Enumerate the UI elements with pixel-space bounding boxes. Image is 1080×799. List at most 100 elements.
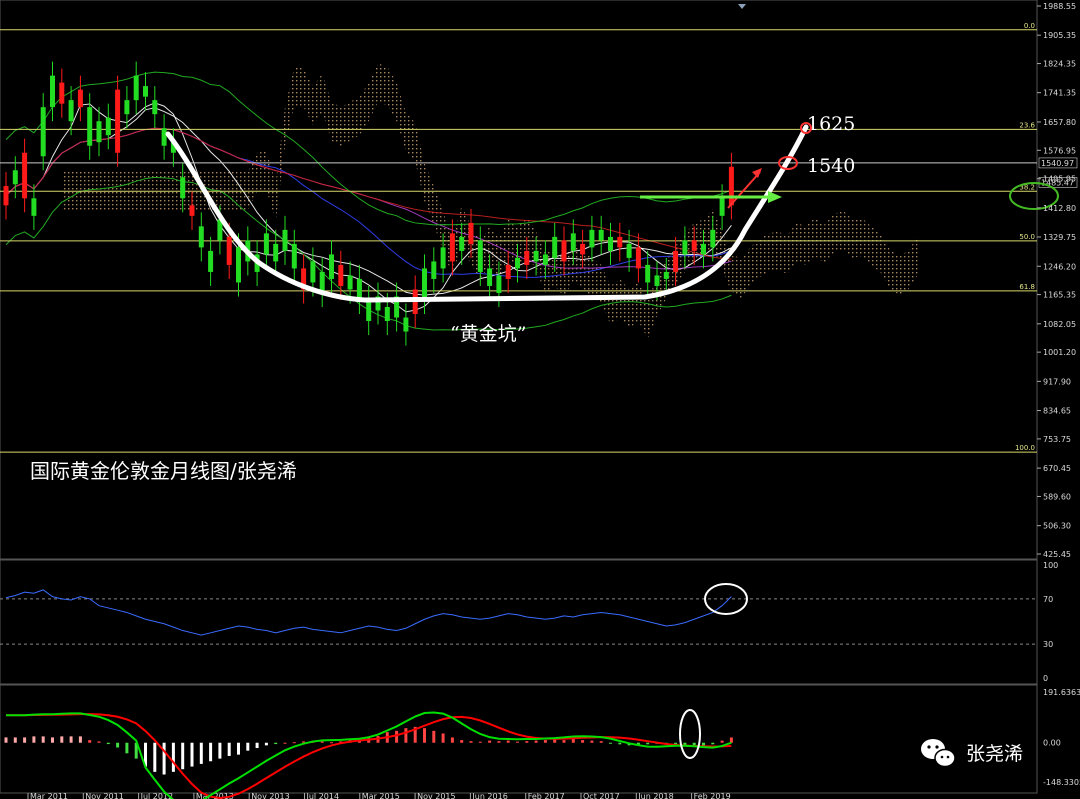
macd-bar <box>69 736 73 743</box>
candle-body <box>3 186 9 206</box>
macd-bar <box>255 742 259 749</box>
macd-bar <box>720 740 724 743</box>
macd-bar <box>534 740 538 743</box>
candle-body <box>68 100 74 122</box>
candle-body <box>96 121 102 143</box>
y-tick-label: 1657.80 <box>1043 118 1076 127</box>
macd-line <box>6 711 732 799</box>
candle-body <box>505 264 511 279</box>
macd-bar <box>599 741 603 743</box>
brand-name: 张尧浠 <box>966 743 1023 765</box>
macd-bar <box>264 742 268 746</box>
fibonacci-levels: 0.023.638.250.061.8100.01540.971485.47 <box>0 22 1078 453</box>
candle-body <box>310 261 316 283</box>
y-tick-label: 1741.35 <box>1043 89 1076 98</box>
macd-bar <box>274 742 278 745</box>
macd-signal-line <box>6 713 732 799</box>
candle-body <box>152 100 158 115</box>
candle-body <box>524 250 530 265</box>
macd-bar <box>116 742 120 748</box>
candle-body <box>226 236 232 265</box>
target-1625: 1625 <box>807 113 855 135</box>
fib-label: 100.0 <box>1015 444 1035 452</box>
macd-bar <box>181 742 185 770</box>
candle-body <box>673 250 679 272</box>
macd-bar <box>450 737 454 743</box>
macd-bar <box>469 741 473 743</box>
macd-bar <box>543 740 547 743</box>
candle-body <box>161 128 167 146</box>
candle-body <box>124 100 130 115</box>
macd-bar <box>78 736 82 743</box>
candle-body <box>87 107 93 146</box>
macd-bar <box>237 742 240 755</box>
x-tick-label: Mar 2011 <box>30 792 68 799</box>
macd-tick-label: -148.3305 <box>1043 778 1080 787</box>
candle-body <box>710 229 716 248</box>
macd-bar <box>618 742 622 745</box>
candle-body <box>626 243 632 258</box>
macd-bar <box>246 742 250 751</box>
wechat-icon <box>921 739 956 768</box>
candle-body <box>282 229 288 251</box>
y-tick-label: 1988.55 <box>1043 2 1076 11</box>
chart-window: { "chart_data": [ { "type": "candlestick… <box>0 0 1080 799</box>
macd-highlight <box>679 709 701 759</box>
candle-body <box>608 236 613 251</box>
candle-body <box>645 264 651 283</box>
candle-body <box>682 240 688 255</box>
y-tick-label: 1412.80 <box>1043 204 1076 213</box>
candle-body <box>356 278 362 300</box>
macd-bar <box>497 741 501 743</box>
macd-bar <box>441 733 445 743</box>
macd-panel: 191.6363 0.00 -148.3305 <box>4 688 1080 799</box>
candle-body <box>561 240 567 262</box>
rsi-tick-label: 30 <box>1043 640 1053 649</box>
macd-bar <box>32 736 36 743</box>
macd-bar <box>23 737 27 743</box>
y-tick-label: 670.45 <box>1043 464 1071 473</box>
x-tick-label: Nov 2013 <box>251 792 290 799</box>
y-tick-label: 425.45 <box>1043 550 1071 559</box>
y-tick-label: 506.30 <box>1043 522 1071 531</box>
candle-body <box>366 299 372 322</box>
candle-body <box>701 243 706 255</box>
macd-bar <box>646 742 650 745</box>
rsi-tick-label: 70 <box>1043 595 1053 604</box>
x-tick-label: Mar 2015 <box>362 792 400 799</box>
candle-body <box>449 233 455 262</box>
macd-bar <box>553 739 557 743</box>
shift-marker-icon[interactable] <box>738 4 746 9</box>
x-tick-label: Nov 2015 <box>417 792 456 799</box>
price-tag: 1540.97 <box>1041 159 1074 168</box>
candle-body <box>552 236 558 258</box>
candle-body <box>635 247 641 269</box>
y-tick-label: 1905.35 <box>1043 31 1076 40</box>
macd-bar <box>125 742 129 754</box>
green-arrow-head <box>768 191 782 203</box>
macd-bar <box>395 730 399 743</box>
candle-body <box>431 261 437 279</box>
macd-bar <box>292 742 296 744</box>
candle-body <box>542 254 548 265</box>
candle-body <box>105 117 111 136</box>
candle-body <box>654 275 660 286</box>
chart-caption: 国际黄金伦敦金月线图/张尧浠 <box>30 459 297 483</box>
fib-label: 50.0 <box>1019 233 1035 241</box>
rsi-tick-label: 0 <box>1043 674 1048 683</box>
fib-label: 0.0 <box>1024 22 1035 30</box>
y-tick-label: 1001.20 <box>1043 348 1076 357</box>
candle-body <box>329 254 334 279</box>
candle-body <box>115 89 121 153</box>
macd-bar <box>88 740 92 743</box>
candle-body <box>728 166 734 206</box>
y-tick-label: 1082.05 <box>1043 320 1076 329</box>
y-tick-label: 1495.95 <box>1043 175 1076 184</box>
candle-body <box>263 233 269 255</box>
macd-bar <box>711 742 715 745</box>
rsi-tick-label: 100 <box>1043 561 1058 570</box>
up-arrow-head <box>752 168 762 178</box>
y-tick-label: 1165.35 <box>1043 291 1076 300</box>
candle-body <box>477 240 483 272</box>
macd-bar <box>562 740 566 743</box>
